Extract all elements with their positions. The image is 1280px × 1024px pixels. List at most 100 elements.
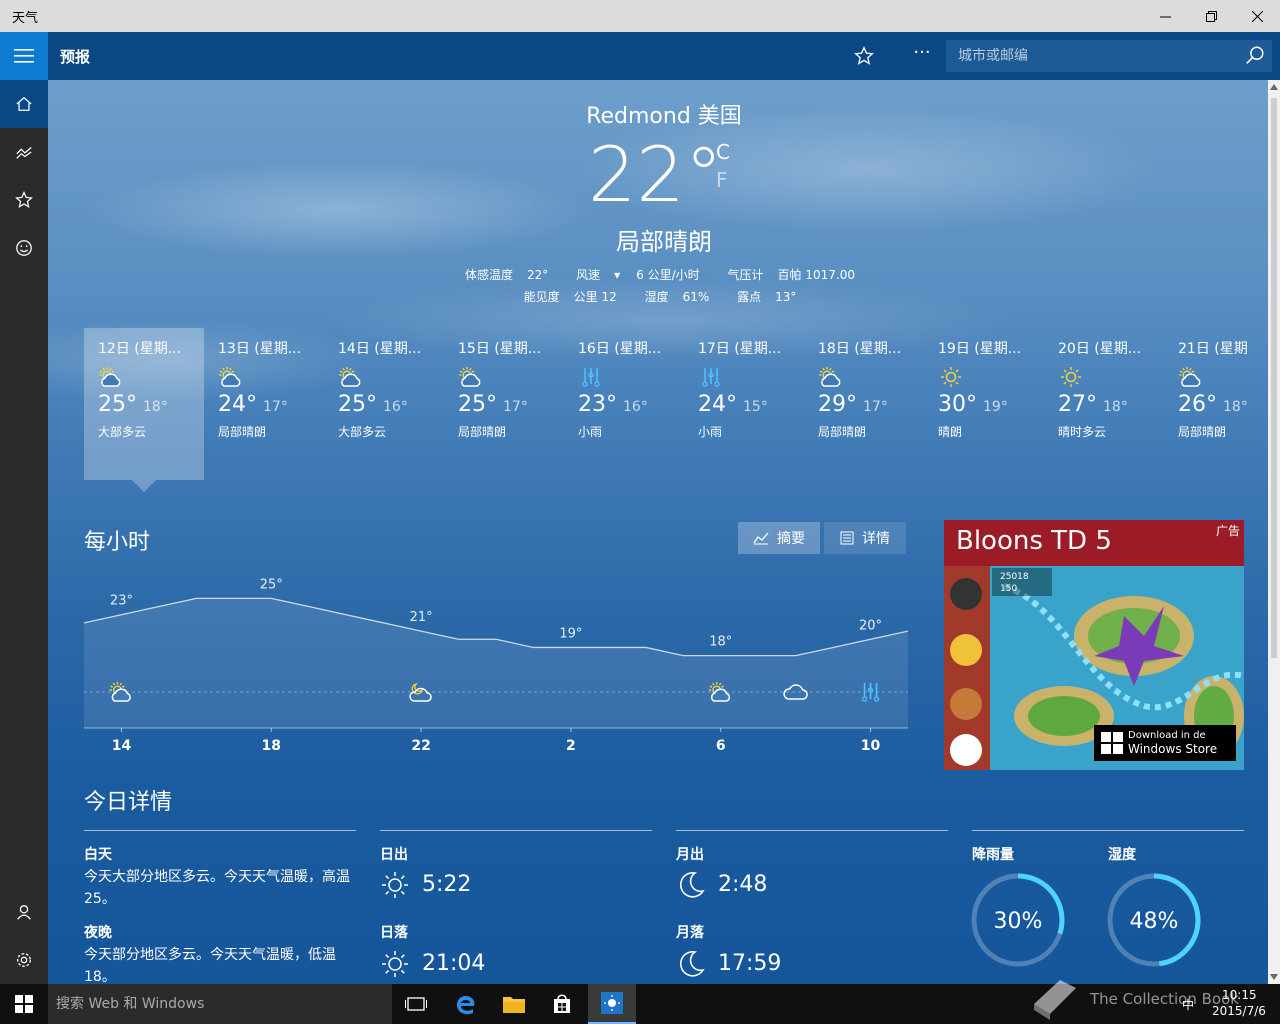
scroll-down-icon[interactable] [1270, 974, 1278, 980]
close-button[interactable] [1234, 0, 1280, 32]
humidity-value: 61% [682, 290, 710, 304]
store-button[interactable] [538, 984, 586, 1024]
hourly-tick-label: 10 [861, 738, 881, 754]
search-icon[interactable] [1244, 45, 1266, 67]
nav-news[interactable] [0, 224, 48, 272]
daily-forecast-day[interactable]: 17日 (星期... 24° 15° 小雨 [684, 328, 804, 480]
windows-store-badge[interactable]: Download in de Windows Store [1094, 725, 1236, 761]
vertical-scrollbar[interactable] [1268, 80, 1280, 984]
partly-cloudy-icon [218, 366, 244, 388]
folder-icon [503, 997, 525, 1013]
daily-forecast-day[interactable]: 15日 (星期... 25° 17° 局部晴朗 [444, 328, 564, 480]
city-name: Redmond 美国 [586, 104, 742, 129]
add-favorite-button[interactable] [846, 40, 882, 72]
hourly-tick-label: 2 [566, 738, 576, 754]
current-temperature: 22° [588, 130, 723, 219]
edge-button[interactable] [442, 984, 490, 1024]
windows-logo-icon [1101, 732, 1123, 754]
ad-header: Bloons TD 5 广告 [944, 520, 1244, 566]
smiley-icon [16, 240, 32, 256]
daily-forecast-day[interactable]: 12日 (星期... 25° 18° 大部多云 [84, 328, 204, 480]
star-icon [15, 191, 33, 208]
dew-point-label: 露点 [737, 290, 762, 304]
ad-title: Bloons TD 5 [956, 526, 1112, 556]
day-temperatures: 25° 18° [98, 392, 190, 417]
day-high: 24° [218, 392, 257, 417]
file-explorer-button[interactable] [490, 984, 538, 1024]
day-date: 19日 (星期... [938, 341, 1022, 357]
ime-indicator[interactable]: 中 [1182, 996, 1194, 1013]
nav-settings[interactable] [0, 936, 48, 984]
hourly-tick-label: 14 [112, 738, 132, 754]
minimize-button[interactable] [1142, 0, 1188, 32]
start-button[interactable] [0, 984, 48, 1024]
clock-time[interactable]: 10:15 [1222, 988, 1257, 1002]
divider [380, 830, 652, 831]
hamburger-button[interactable] [0, 32, 48, 80]
visibility-value: 公里 12 [573, 290, 617, 304]
hourly-summary-button[interactable]: 摘要 [738, 522, 820, 554]
task-view-button[interactable] [392, 984, 440, 1024]
chart-icon [16, 147, 32, 159]
night-label: 夜晚 [84, 925, 112, 941]
daily-forecast-day[interactable]: 21日 (星期 26° 18° 局部晴朗 [1164, 328, 1268, 480]
nav-forecast[interactable] [0, 80, 48, 128]
sunset-label: 日落 [380, 925, 408, 941]
partly-cloudy-icon [458, 366, 484, 388]
windows-logo-icon [15, 995, 33, 1013]
pressure-label: 气压计 [727, 268, 764, 282]
partly-cloudy-icon [98, 366, 124, 388]
nav-account[interactable] [0, 888, 48, 936]
page-title: 预报 [60, 48, 91, 66]
day-temperatures: 27° 18° [1058, 392, 1150, 417]
daily-forecast-day[interactable]: 18日 (星期... 29° 17° 局部晴朗 [804, 328, 924, 480]
store-badge-line-1: Download in de [1128, 730, 1206, 741]
current-details-row-1: 体感温度 22° 风速 ▾ 6 公里/小时 气压计 百帕 1017.00 [48, 266, 1268, 283]
hourly-tick-label: 6 [716, 738, 726, 754]
scroll-up-icon[interactable] [1270, 84, 1278, 90]
day-low: 19° [983, 399, 1008, 415]
sunset-time: 21:04 [422, 951, 486, 976]
day-high: 25° [338, 392, 377, 417]
day-temperatures: 25° 16° [338, 392, 430, 417]
nav-historical[interactable] [0, 128, 48, 176]
search-input[interactable] [946, 40, 1236, 72]
night-text: 今天部分地区多云。今天天气温暖，低温 18。 [84, 947, 336, 984]
clock-date[interactable]: 2015/7/6 [1212, 1004, 1266, 1018]
day-condition: 局部晴朗 [458, 425, 507, 439]
daily-forecast-day[interactable]: 16日 (星期... 23° 16° 小雨 [564, 328, 684, 480]
hourly-title: 每小时 [84, 530, 151, 555]
moonset-time: 17:59 [718, 951, 782, 976]
unit-fahrenheit-toggle[interactable]: F [716, 168, 728, 192]
partly-cloudy-icon [1178, 366, 1204, 388]
weather-app-icon [601, 992, 623, 1014]
daily-forecast-day[interactable]: 14日 (星期... 25° 16° 大部多云 [324, 328, 444, 480]
day-low: 17° [863, 399, 888, 415]
day-condition: 大部多云 [98, 425, 147, 439]
window-title: 天气 [12, 11, 39, 26]
day-low: 17° [503, 399, 528, 415]
title-bar: 天气 [0, 0, 1280, 32]
more-options-button[interactable]: ··· [904, 40, 940, 72]
nav-favorites[interactable] [0, 176, 48, 224]
scrollbar-thumb[interactable] [1271, 98, 1277, 658]
watermark-book-icon [1034, 980, 1076, 1020]
hourly-tick-label: 22 [411, 738, 430, 754]
restore-button[interactable] [1188, 0, 1234, 32]
weather-app-button[interactable] [588, 984, 636, 1024]
hourly-summary-label: 摘要 [777, 531, 805, 547]
day-date: 20日 (星期... [1058, 341, 1142, 357]
selected-day-pointer [132, 480, 156, 492]
daily-forecast-day[interactable]: 20日 (星期... 27° 18° 晴时多云 [1044, 328, 1164, 480]
search-box[interactable] [946, 40, 1272, 72]
daily-forecast-day[interactable]: 19日 (星期... 30° 19° 晴朗 [924, 328, 1044, 480]
daytime-label: 白天 [84, 847, 112, 863]
rain-icon [698, 366, 724, 388]
advertisement[interactable]: Bloons TD 5 广告 25018 150 Download in de … [944, 520, 1244, 770]
taskbar-search[interactable]: 搜索 Web 和 Windows [48, 984, 392, 1024]
daily-forecast-day[interactable]: 13日 (星期... 24° 17° 局部晴朗 [204, 328, 324, 480]
sunrise-icon [382, 872, 408, 898]
home-icon [16, 96, 32, 111]
hourly-details-button[interactable]: 详情 [824, 522, 906, 554]
unit-celsius-toggle[interactable]: C [716, 140, 730, 164]
